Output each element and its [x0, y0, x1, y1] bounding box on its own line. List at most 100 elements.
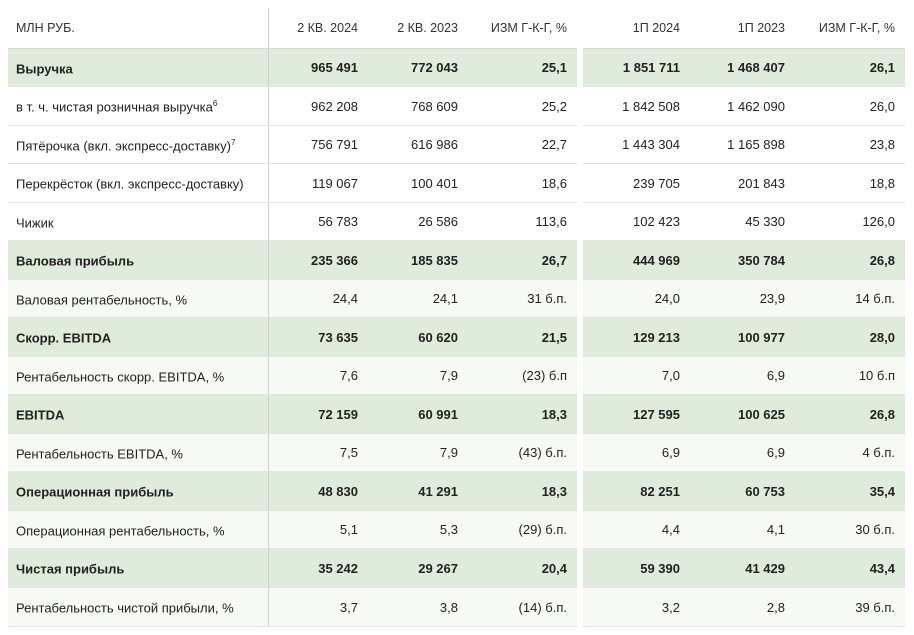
cell-q2-2023: 772 043	[368, 48, 468, 87]
row-label: Операционная прибыль	[8, 471, 269, 511]
cell-h-change: 126,0	[795, 202, 905, 241]
cell-q-change: 113,6	[468, 202, 580, 241]
header-q2-2023: 2 КВ. 2023	[368, 8, 468, 49]
cell-h1-2024: 127 595	[577, 394, 690, 434]
cell-h-change: 28,0	[795, 317, 905, 357]
row-label-text: Операционная рентабельность, %	[16, 523, 225, 539]
table-row: Валовая рентабельность, % 24,4 24,1 31 б.п.…	[8, 279, 905, 318]
cell-h1-2023: 350 784	[690, 240, 795, 280]
header-h-change: ИЗМ Г-К-Г, %	[795, 8, 905, 49]
row-label-text: Рентабельность чистой прибыли, %	[16, 600, 234, 616]
row-label: Скорр. EBITDA	[8, 317, 269, 357]
cell-q-change: 22,7	[468, 125, 580, 164]
row-label: Рентабельность скорр. EBITDA, %	[8, 356, 269, 395]
cell-h-change: 35,4	[795, 471, 905, 511]
header-h1-2024: 1П 2024	[577, 8, 690, 49]
table-body: Выручка 965 491 772 043 25,1 1 851 711 1 468 …	[8, 48, 905, 627]
row-label-text: Валовая прибыль	[16, 253, 135, 269]
cell-h-change: 39 б.п.	[795, 587, 905, 627]
cell-q2-2024: 48 830	[268, 471, 368, 511]
table-row: в т. ч. чистая розничная выручка6 962 208…	[8, 86, 905, 126]
row-label-text: в т. ч. чистая розничная выручка	[16, 99, 213, 115]
cell-h-change: 23,8	[795, 125, 905, 164]
row-label: Перекрёсток (вкл. экспресс-доставку)	[8, 163, 269, 203]
row-label-text: Пятёрочка (вкл. экспресс-доставку)	[16, 138, 231, 154]
cell-q2-2024: 7,5	[268, 433, 368, 472]
row-label-text: Перекрёсток (вкл. экспресс-доставку)	[16, 176, 244, 192]
financial-table-container: МЛН РУБ. 2 КВ. 2024 2 КВ. 2023 ИЗМ Г-К-Г…	[8, 8, 905, 627]
cell-h1-2023: 1 462 090	[690, 86, 795, 126]
cell-q-change: 25,1	[468, 48, 580, 87]
row-label: Выручка	[8, 48, 269, 87]
table-row: Чижик 56 783 26 586 113,6 102 423 45 330 126,0	[8, 202, 905, 241]
cell-q-change: (23) б.п	[468, 356, 580, 395]
cell-h1-2023: 45 330	[690, 202, 795, 241]
cell-h1-2023: 100 625	[690, 394, 795, 434]
cell-q2-2024: 35 242	[268, 548, 368, 588]
table-row: Валовая прибыль 235 366 185 835 26,7 444 969…	[8, 240, 905, 280]
cell-q-change: 18,3	[468, 394, 580, 434]
cell-h1-2024: 4,4	[577, 510, 690, 549]
cell-h1-2024: 7,0	[577, 356, 690, 395]
cell-q2-2024: 235 366	[268, 240, 368, 280]
row-label: Чистая прибыль	[8, 548, 269, 588]
cell-q2-2024: 5,1	[268, 510, 368, 549]
cell-q2-2023: 768 609	[368, 86, 468, 126]
cell-h-change: 30 б.п.	[795, 510, 905, 549]
row-label-text: Выручка	[16, 61, 73, 77]
table-header-row: МЛН РУБ. 2 КВ. 2024 2 КВ. 2023 ИЗМ Г-К-Г…	[8, 8, 905, 49]
cell-h1-2023: 2,8	[690, 587, 795, 627]
cell-q2-2023: 185 835	[368, 240, 468, 280]
cell-h-change: 26,8	[795, 394, 905, 434]
row-label: Валовая рентабельность, %	[8, 279, 269, 318]
table-row: Операционная рентабельность, % 5,1 5,3 (29)…	[8, 510, 905, 549]
footnote-ref: 6	[212, 99, 218, 109]
cell-q-change: 21,5	[468, 317, 580, 357]
row-label: Пятёрочка (вкл. экспресс-доставку)7	[8, 125, 269, 164]
header-q-change: ИЗМ Г-К-Г, %	[468, 8, 580, 49]
cell-q-change: (43) б.п.	[468, 433, 580, 472]
header-q2-2024: 2 КВ. 2024	[268, 8, 368, 49]
cell-h1-2023: 4,1	[690, 510, 795, 549]
table-row: Перекрёсток (вкл. экспресс-доставку) 119 …	[8, 163, 905, 203]
cell-h1-2024: 59 390	[577, 548, 690, 588]
cell-h-change: 43,4	[795, 548, 905, 588]
cell-q2-2024: 756 791	[268, 125, 368, 164]
cell-h1-2024: 6,9	[577, 433, 690, 472]
cell-q2-2023: 7,9	[368, 433, 468, 472]
cell-h1-2024: 82 251	[577, 471, 690, 511]
cell-q-change: (29) б.п.	[468, 510, 580, 549]
cell-h1-2024: 3,2	[577, 587, 690, 627]
cell-h1-2024: 239 705	[577, 163, 690, 203]
cell-q2-2024: 119 067	[268, 163, 368, 203]
cell-h1-2024: 24,0	[577, 279, 690, 318]
cell-q2-2023: 24,1	[368, 279, 468, 318]
cell-h1-2023: 60 753	[690, 471, 795, 511]
cell-q2-2024: 72 159	[268, 394, 368, 434]
cell-h1-2024: 129 213	[577, 317, 690, 357]
cell-h1-2024: 1 443 304	[577, 125, 690, 164]
cell-q2-2023: 616 986	[368, 125, 468, 164]
cell-q2-2024: 7,6	[268, 356, 368, 395]
table-row: Рентабельность скорр. EBITDA, % 7,6 7,9 (23…	[8, 356, 905, 395]
cell-h1-2023: 6,9	[690, 433, 795, 472]
row-label: Операционная рентабельность, %	[8, 510, 269, 549]
cell-h1-2024: 102 423	[577, 202, 690, 241]
table-row: Пятёрочка (вкл. экспресс-доставку)7 756 7…	[8, 125, 905, 164]
cell-q2-2023: 3,8	[368, 587, 468, 627]
cell-h1-2023: 41 429	[690, 548, 795, 588]
table-row: Операционная прибыль 48 830 41 291 18,3 82 2…	[8, 471, 905, 511]
cell-q-change: 31 б.п.	[468, 279, 580, 318]
cell-q2-2024: 56 783	[268, 202, 368, 241]
cell-h-change: 4 б.п.	[795, 433, 905, 472]
cell-q-change: 18,6	[468, 163, 580, 203]
cell-h1-2023: 201 843	[690, 163, 795, 203]
table-row: Чистая прибыль 35 242 29 267 20,4 59 390 41 4…	[8, 548, 905, 588]
row-label: Рентабельность EBITDA, %	[8, 433, 269, 472]
cell-h-change: 18,8	[795, 163, 905, 203]
footnote-ref: 7	[230, 137, 236, 147]
row-label-text: EBITDA	[16, 407, 65, 423]
cell-q-change: 26,7	[468, 240, 580, 280]
row-label-text: Чистая прибыль	[16, 561, 125, 577]
cell-h1-2023: 6,9	[690, 356, 795, 395]
